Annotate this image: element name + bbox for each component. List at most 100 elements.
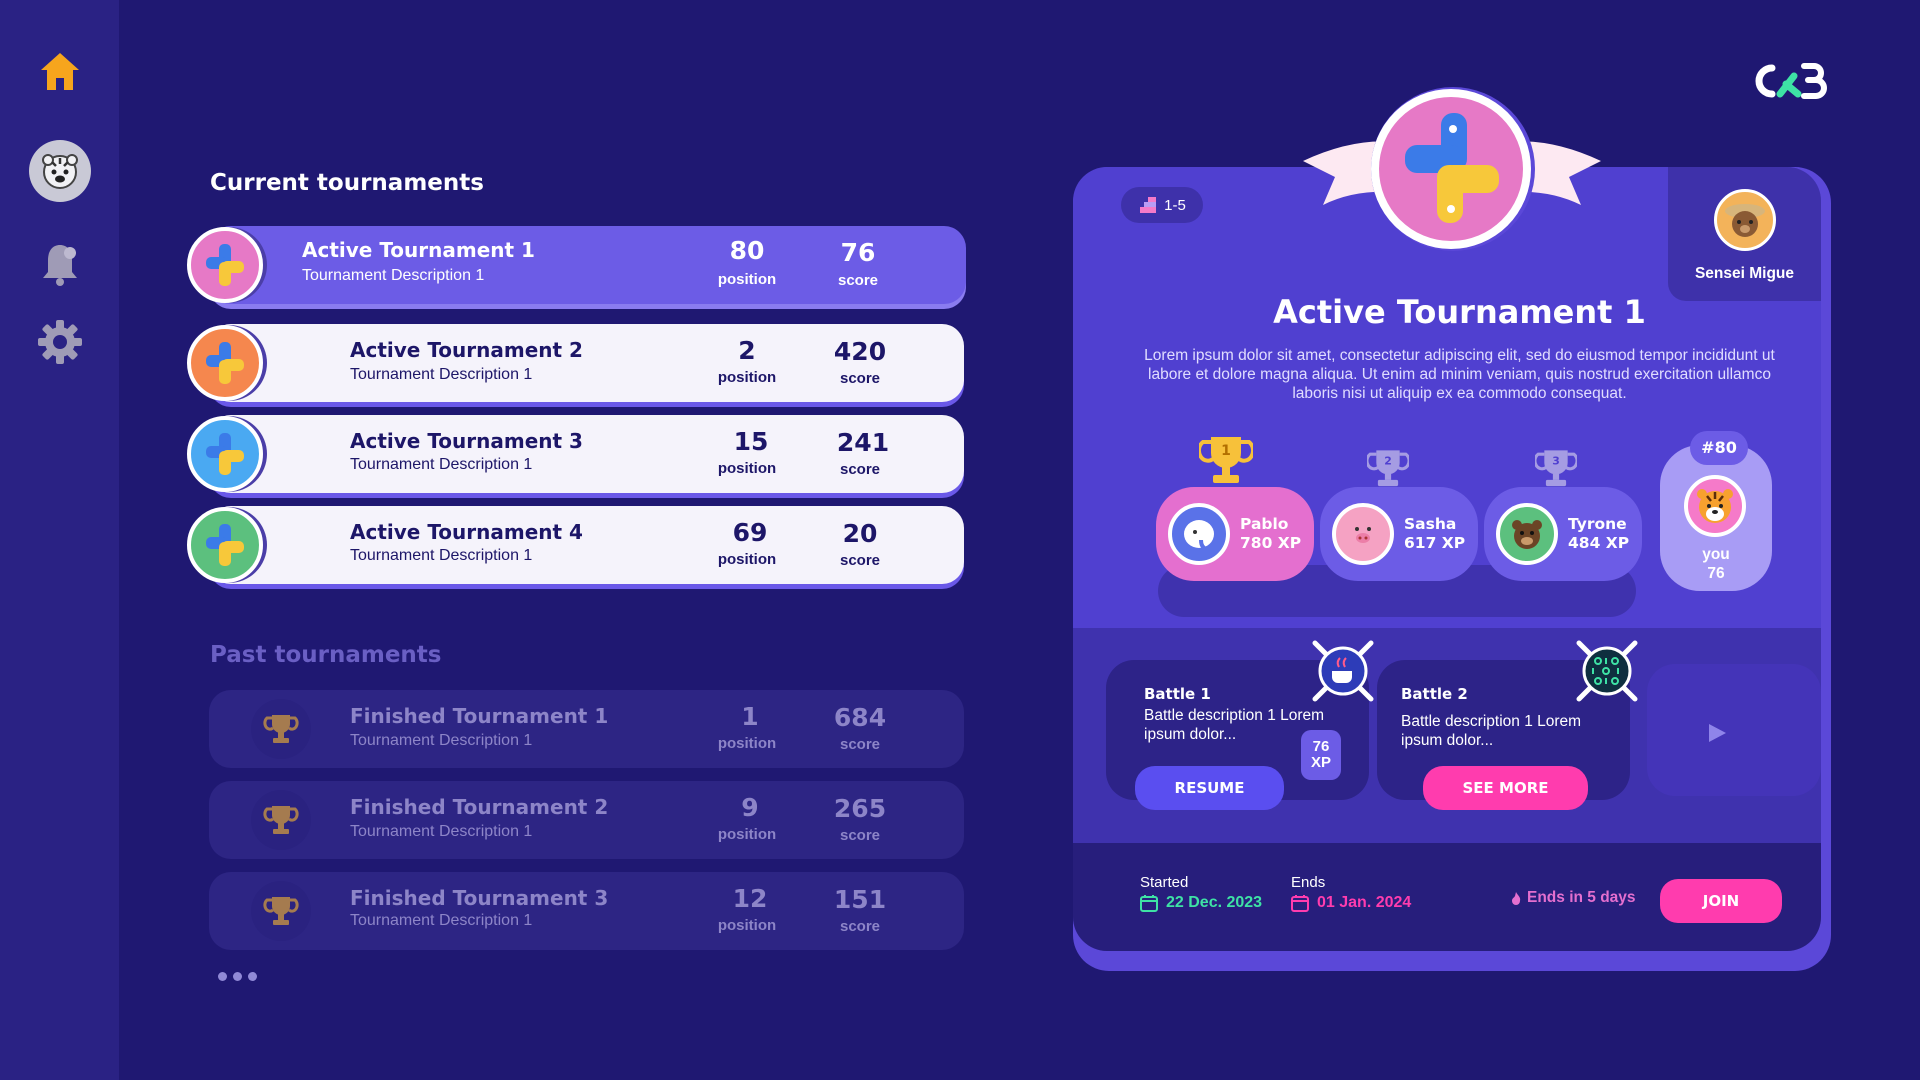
next-battle-card[interactable] xyxy=(1647,664,1821,796)
trophy-rank: 1 xyxy=(1221,443,1231,459)
tournament-card-1[interactable]: Active Tournament 1 Tournament Descripti… xyxy=(187,226,966,304)
your-rank-card[interactable]: #80 you 76 xyxy=(1660,431,1772,591)
player-name: Sasha xyxy=(1404,515,1457,533)
battle-title: Battle 1 xyxy=(1144,685,1211,703)
player-info: Sasha 617 XP xyxy=(1404,515,1465,553)
score-value: 420 xyxy=(833,337,887,366)
leaderboard-entry-1[interactable]: Pablo 780 XP xyxy=(1156,487,1314,581)
position-value: 2 xyxy=(738,336,756,365)
bronze-trophy-icon: 3 xyxy=(1535,450,1577,487)
player-info: Tyrone 484 XP xyxy=(1568,515,1629,553)
calendar-icon xyxy=(1140,895,1158,912)
more-dots-icon[interactable] xyxy=(218,972,257,981)
panel-footer: Started 22 Dec. 2023 Ends 01 Jan. 2024 E… xyxy=(1073,843,1821,951)
score-label: score xyxy=(837,272,879,289)
resume-button[interactable]: RESUME xyxy=(1135,766,1284,810)
bear-avatar-icon xyxy=(1496,503,1558,565)
position-label: position xyxy=(717,551,777,568)
player-xp: 780 XP xyxy=(1240,534,1302,552)
score-label: score xyxy=(839,552,881,569)
position-label: position xyxy=(717,369,777,386)
python-badge-icon xyxy=(187,507,263,583)
tournament-card-2[interactable]: Active Tournament 2 Tournament Descripti… xyxy=(187,324,964,402)
score-label: score xyxy=(839,827,881,844)
python-badge-icon xyxy=(187,325,263,401)
creator-avatar xyxy=(1714,189,1776,251)
tournament-card-3[interactable]: Active Tournament 3 Tournament Descripti… xyxy=(187,415,964,493)
past-tournament-card-1[interactable]: Finished Tournament 1 Tournament Descrip… xyxy=(209,690,964,768)
detail-description: Lorem ipsum dolor sit amet, consectetur … xyxy=(1144,347,1775,402)
player-xp: 484 XP xyxy=(1568,534,1630,552)
position-label: position xyxy=(717,271,777,288)
countdown-text: Ends in 5 days xyxy=(1527,889,1636,906)
player-info: Pablo 780 XP xyxy=(1240,515,1301,553)
join-button[interactable]: JOIN xyxy=(1660,879,1782,923)
calendar-icon xyxy=(1291,895,1309,912)
tournament-detail-panel: 1-5 Sensei Migue Active Tournament 1 Lor… xyxy=(1073,167,1821,951)
gold-trophy-icon: 1 xyxy=(1199,437,1253,483)
gear-icon[interactable] xyxy=(28,310,92,374)
past-tournament-card-2[interactable]: Finished Tournament 2 Tournament Descrip… xyxy=(209,781,964,859)
you-label: you xyxy=(1702,546,1730,563)
app-logo xyxy=(1752,58,1828,102)
battle-description: Battle description 1 Lorem ipsum dolor..… xyxy=(1401,713,1582,749)
player-xp: 617 XP xyxy=(1404,534,1466,552)
battle-title: Battle 2 xyxy=(1401,685,1468,703)
tournament-card-4[interactable]: Active Tournament 4 Tournament Descripti… xyxy=(187,506,964,584)
tournament-description: Tournament Description 1 xyxy=(350,366,533,383)
tiger-avatar-icon xyxy=(1684,475,1746,537)
leaderboard-entry-3[interactable]: Tyrone 484 XP xyxy=(1484,487,1642,581)
started-label: Started xyxy=(1140,874,1189,891)
player-name: Pablo xyxy=(1240,515,1289,533)
pig-avatar-icon xyxy=(1332,503,1394,565)
see-more-button[interactable]: SEE MORE xyxy=(1423,766,1588,810)
tournament-emblem xyxy=(1303,87,1601,251)
score-label: score xyxy=(839,461,881,478)
start-date: 22 Dec. 2023 xyxy=(1140,894,1262,912)
past-tournament-card-3[interactable]: Finished Tournament 3 Tournament Descrip… xyxy=(209,872,964,950)
player-name: Tyrone xyxy=(1568,515,1627,533)
tournament-title: Finished Tournament 3 xyxy=(350,886,609,910)
ends-label: Ends xyxy=(1291,874,1326,891)
leaderboard-entry-2[interactable]: Sasha 617 XP xyxy=(1320,487,1478,581)
sidebar xyxy=(0,0,119,1080)
score-label: score xyxy=(839,918,881,935)
java-battle-icon xyxy=(1312,640,1374,702)
creator-name: Sensei Migue xyxy=(1694,265,1795,282)
fire-icon xyxy=(1512,892,1521,905)
tournament-description: Tournament Description 1 xyxy=(350,547,533,564)
trophy-icon xyxy=(251,881,311,941)
start-date-text: 22 Dec. 2023 xyxy=(1166,894,1263,911)
score-value: 684 xyxy=(833,703,887,732)
countdown: Ends in 5 days xyxy=(1511,889,1636,907)
your-score: 76 xyxy=(1707,565,1725,582)
home-icon[interactable] xyxy=(28,40,92,104)
score-label: score xyxy=(839,736,881,753)
tournament-title: Active Tournament 3 xyxy=(350,429,583,453)
creator-card[interactable]: Sensei Migue xyxy=(1668,167,1821,301)
trophy-rank: 2 xyxy=(1384,454,1392,467)
profile-avatar[interactable] xyxy=(28,139,92,203)
bell-icon[interactable] xyxy=(28,232,92,296)
trophy-rank: 3 xyxy=(1552,454,1560,467)
python-badge-icon xyxy=(187,416,263,492)
bear-avatar-icon xyxy=(1725,204,1765,237)
tournament-title: Active Tournament 1 xyxy=(302,238,535,262)
stairs-icon xyxy=(1140,197,1157,213)
tiger-avatar-icon xyxy=(42,154,78,189)
past-tournaments-title: Past tournaments xyxy=(210,642,442,668)
position-label: position xyxy=(717,917,777,934)
tournament-description: Tournament Description 1 xyxy=(350,823,533,840)
silver-trophy-icon: 2 xyxy=(1367,450,1409,487)
trophy-icon xyxy=(251,790,311,850)
position-label: position xyxy=(717,460,777,477)
position-label: position xyxy=(717,735,777,752)
tournament-description: Tournament Description 1 xyxy=(350,732,533,749)
position-label: position xyxy=(717,826,777,843)
tournament-description: Tournament Description 1 xyxy=(350,456,533,473)
position-value: 80 xyxy=(729,236,765,265)
score-value: 76 xyxy=(840,238,876,267)
detail-title: Active Tournament 1 xyxy=(1273,293,1646,331)
play-icon[interactable] xyxy=(1705,721,1729,745)
score-value: 20 xyxy=(842,519,878,548)
